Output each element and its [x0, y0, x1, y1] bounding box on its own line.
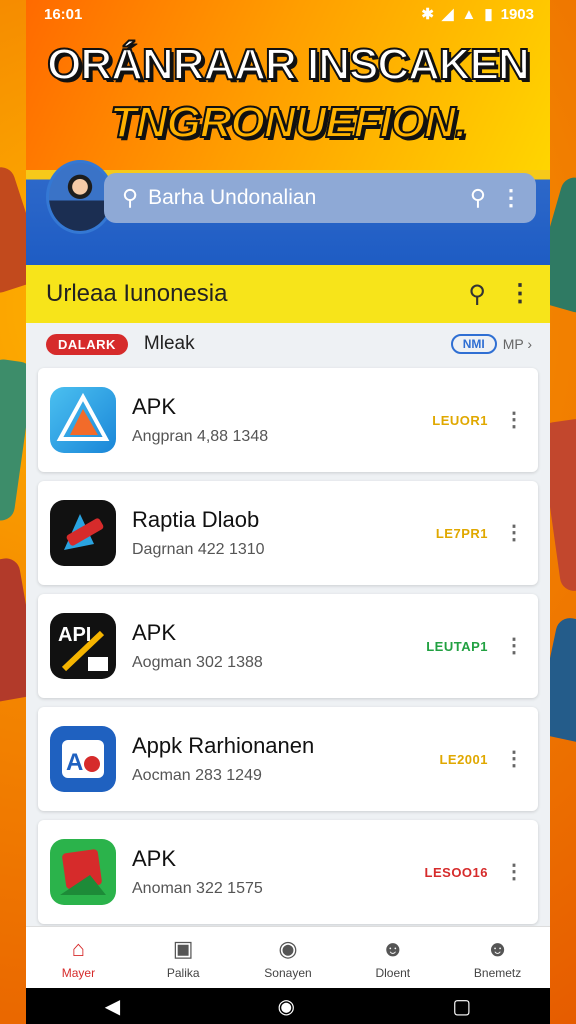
more-link[interactable]: MP › — [503, 336, 532, 352]
app-name: APK — [132, 394, 177, 419]
status-icons: ✱ ◢ ▲ ▮ 1903 — [421, 5, 534, 24]
search-bar[interactable]: ⚲ Barha Undonalian ⚲ ⋮ — [104, 173, 536, 223]
nav-label: Sonayen — [264, 966, 312, 980]
person-icon: ☻ — [381, 936, 405, 961]
app-icon — [50, 839, 116, 905]
app-name: Appk Rarhionanen — [132, 733, 315, 758]
app-name: APK — [132, 846, 177, 871]
more-icon[interactable]: ⋮ — [500, 187, 522, 209]
system-nav-bar: ◀ ◉ ▢ — [26, 988, 550, 1024]
bottom-nav: ⌂ Mayer ▣ Palika ◉ Sonayen ☻ Dloent ☻ Bn… — [26, 926, 550, 989]
more-icon[interactable]: ⋮ — [504, 749, 524, 769]
app-meta: Aogman 302 1388 — [132, 654, 263, 671]
app-icon: A — [50, 726, 116, 792]
app-meta: Dagrnan 422 1310 — [132, 541, 265, 558]
app-icon — [50, 500, 116, 566]
app-info: Raptia Dlaob Dagrnan 422 1310 — [132, 507, 436, 559]
svg-text:API: API — [58, 624, 91, 646]
app-info: APK Anoman 322 1575 — [132, 846, 425, 898]
signal-icon: ▲ — [461, 5, 477, 23]
app-icon: API — [50, 613, 116, 679]
nav-label: Dloent — [375, 966, 411, 980]
app-info: Appk Rarhionanen Aocman 283 1249 — [132, 733, 439, 785]
nav-item-drop[interactable]: ◉ Sonayen — [243, 936, 333, 980]
back-icon[interactable]: ◀ — [105, 994, 120, 1019]
status-clock: 1903 — [500, 5, 534, 23]
home-button-icon[interactable]: ◉ — [278, 994, 295, 1019]
wifi-icon: ◢ — [441, 6, 454, 23]
more-icon[interactable]: ⋮ — [508, 282, 532, 306]
app-card[interactable]: Raptia Dlaob Dagrnan 422 1310 LE7PR1 ⋮ — [38, 481, 538, 585]
app-icon — [50, 387, 116, 453]
search-icon: ⚲ — [122, 185, 139, 210]
app-info: APK Angpran 4,88 1348 — [132, 394, 432, 446]
filter-label: Mleak — [143, 333, 195, 354]
filter-row: DALARK Mleak NMI MP › — [26, 323, 550, 365]
more-icon[interactable]: ⋮ — [504, 636, 524, 656]
app-card[interactable]: A Appk Rarhionanen Aocman 283 1249 LE200… — [38, 707, 538, 811]
app-badge: LE2001 — [439, 751, 488, 767]
phone-screen: ORÁNRAAR INSCAKEN TNGRONUEFION. 16:01 ✱ … — [26, 0, 550, 1024]
svg-text:A: A — [66, 749, 83, 776]
drop-icon: ◉ — [278, 936, 298, 961]
banner-subtitle: TNGRONUEFION. — [109, 97, 468, 148]
more-icon[interactable]: ⋮ — [504, 523, 524, 543]
more-icon[interactable]: ⋮ — [504, 410, 524, 430]
app-meta: Aocman 283 1249 — [132, 767, 262, 784]
app-name: Raptia Dlaob — [132, 507, 260, 532]
chart-icon: ▣ — [172, 936, 194, 961]
nav-item-person[interactable]: ☻ Dloent — [348, 936, 438, 980]
section-header: Urleaa Iunonesia ⚲ ⋮ — [26, 265, 550, 323]
nav-item-account[interactable]: ☻ Bnemetz — [453, 936, 543, 980]
search-icon[interactable]: ⚲ — [470, 185, 486, 211]
app-card[interactable]: APK Angpran 4,88 1348 LEUOR1 ⋮ — [38, 368, 538, 472]
app-card[interactable]: API APK Aogman 302 1388 LEUTAP1 ⋮ — [38, 594, 538, 698]
banner-title: ORÁNRAAR INSCAKEN — [46, 39, 531, 90]
battery-icon: ▮ — [484, 6, 493, 23]
app-badge: LE7PR1 — [435, 525, 488, 541]
nav-label: Palika — [166, 966, 200, 980]
section-title: Urleaa Iunonesia — [46, 280, 228, 307]
app-badge: LESOO16 — [424, 864, 488, 880]
nav-label: Mayer — [61, 966, 96, 980]
app-badge: LEUOR1 — [432, 412, 488, 428]
person-icon: ☻ — [486, 936, 510, 961]
filter-chip[interactable]: NMI — [450, 334, 497, 354]
app-meta: Angpran 4,88 1348 — [132, 428, 269, 445]
recents-icon[interactable]: ▢ — [452, 994, 471, 1019]
search-input[interactable]: Barha Undonalian — [148, 186, 456, 210]
home-icon: ⌂ — [71, 936, 86, 961]
status-time: 16:01 — [44, 5, 83, 23]
nav-label: Bnemetz — [473, 966, 522, 980]
nav-item-charts[interactable]: ▣ Palika — [138, 936, 228, 980]
app-badge: LEUTAP1 — [426, 638, 488, 654]
app-meta: Anoman 322 1575 — [132, 880, 263, 897]
app-name: APK — [132, 620, 177, 645]
bluetooth-icon: ✱ — [421, 6, 434, 23]
more-icon[interactable]: ⋮ — [504, 862, 524, 882]
app-list: APK Angpran 4,88 1348 LEUOR1 ⋮ Raptia Dl… — [38, 368, 538, 933]
search-icon[interactable]: ⚲ — [468, 280, 486, 309]
status-bar: 16:01 ✱ ◢ ▲ ▮ 1903 — [26, 0, 550, 28]
app-info: APK Aogman 302 1388 — [132, 620, 426, 672]
nav-item-home[interactable]: ⌂ Mayer — [33, 936, 123, 980]
filter-tag[interactable]: DALARK — [46, 333, 128, 355]
app-card[interactable]: APK Anoman 322 1575 LESOO16 ⋮ — [38, 820, 538, 924]
